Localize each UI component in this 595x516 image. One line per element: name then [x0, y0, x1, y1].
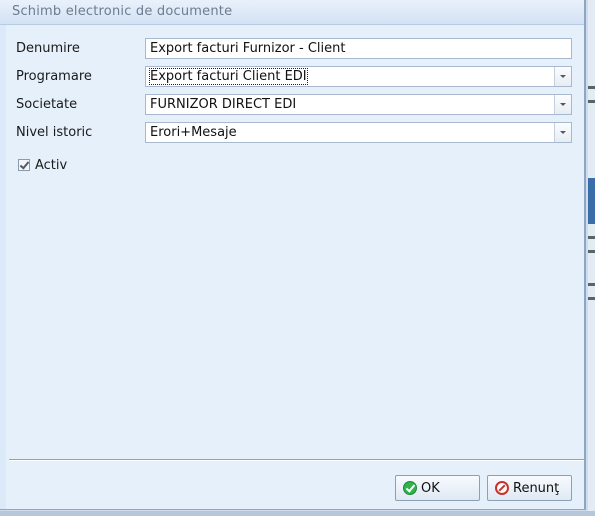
cancel-button-label: Renunţ	[513, 481, 560, 496]
chevron-down-icon[interactable]	[554, 95, 571, 114]
schedule-label: Programare	[16, 69, 92, 84]
company-label: Societate	[16, 97, 78, 112]
history-level-value: Erori+Mesaje	[150, 125, 237, 140]
active-label: Activ	[35, 158, 68, 173]
schedule-value: Export facturi Client EDI	[149, 68, 308, 85]
name-field[interactable]	[145, 38, 572, 59]
ok-button[interactable]: OK	[395, 475, 480, 501]
history-level-select[interactable]: Erori+Mesaje	[145, 122, 572, 143]
background-text-fragment	[588, 297, 595, 300]
background-text-fragment	[588, 100, 595, 103]
background-text-fragment	[588, 236, 595, 239]
active-checkbox[interactable]	[18, 159, 30, 171]
footer-separator	[9, 459, 584, 461]
cancel-button[interactable]: Renunţ	[487, 475, 572, 501]
schedule-select[interactable]: Export facturi Client EDI	[145, 66, 572, 87]
check-circle-icon	[403, 481, 417, 495]
chevron-down-icon[interactable]	[554, 67, 571, 86]
company-value: FURNIZOR DIRECT EDI	[150, 97, 297, 112]
background-text-fragment	[588, 250, 595, 253]
ok-button-label: OK	[421, 481, 440, 496]
background-text-fragment	[588, 86, 595, 89]
name-label: Denumire	[16, 41, 80, 56]
dialog-title: Schimb electronic de documente	[12, 4, 233, 19]
chevron-down-icon[interactable]	[554, 123, 571, 142]
background-selected-row	[588, 178, 595, 224]
history-level-label: Nivel istoric	[16, 125, 93, 140]
edi-dialog: Schimb electronic de documente Denumire …	[0, 0, 586, 510]
no-entry-icon	[495, 481, 509, 495]
dialog-titlebar[interactable]: Schimb electronic de documente	[0, 0, 584, 25]
background-text-fragment	[588, 283, 595, 286]
background-window-edge	[588, 0, 595, 516]
company-select[interactable]: FURNIZOR DIRECT EDI	[145, 94, 572, 115]
background-status-strip	[0, 511, 595, 516]
